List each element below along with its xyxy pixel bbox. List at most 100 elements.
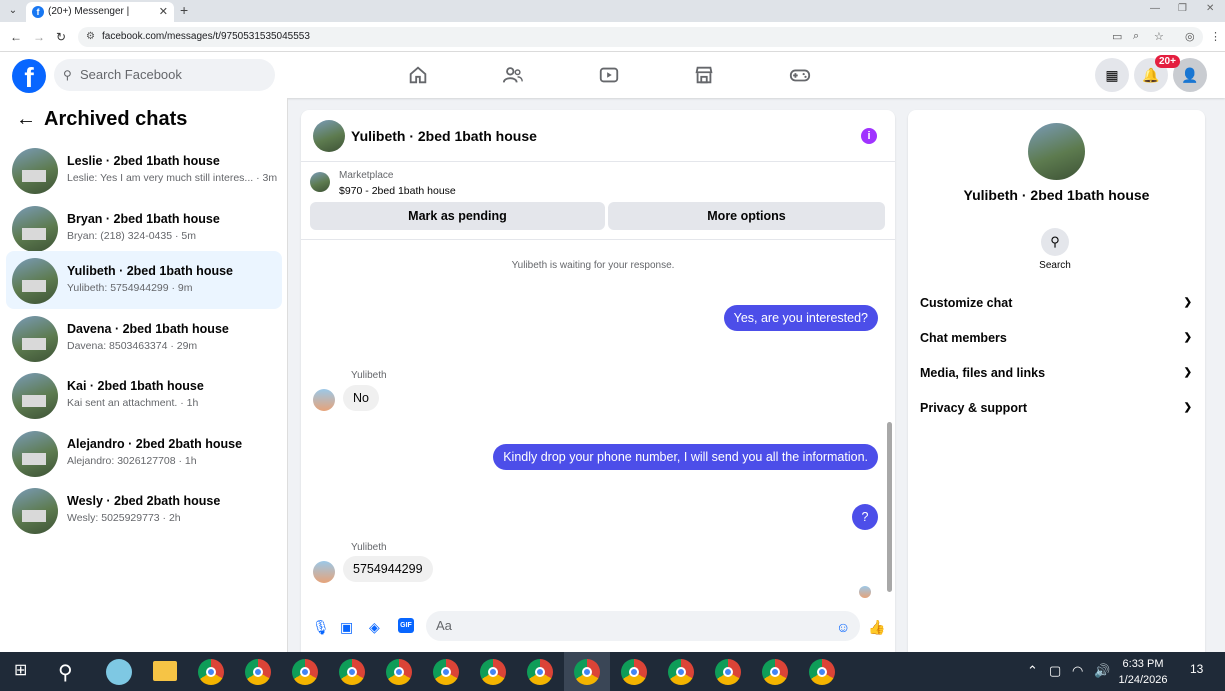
watch-video-icon[interactable] <box>598 64 622 86</box>
notification-badge: 20+ <box>1155 55 1180 68</box>
menu-grid-icon[interactable]: ▦ <box>1095 58 1129 92</box>
gif-icon[interactable]: GIF <box>398 618 414 633</box>
chat-avatar <box>12 316 58 362</box>
tab-search-icon[interactable]: ⌄ <box>6 4 20 18</box>
chat-avatar <box>12 431 58 477</box>
more-options-button[interactable]: More options <box>608 202 885 230</box>
back-icon[interactable]: ← <box>10 30 22 44</box>
microphone-icon[interactable]: 🎙 <box>312 619 330 636</box>
sender-avatar[interactable] <box>313 561 335 583</box>
section-label: Chat members <box>920 331 1007 345</box>
chat-item-davena[interactable]: Davena · 2bed 1bath house Davena: 850346… <box>6 309 282 367</box>
info-icon[interactable]: i <box>861 128 877 144</box>
chat-name: Alejandro · 2bed 2bath house <box>67 437 243 451</box>
menu-dots-icon[interactable]: ⋮ <box>1210 30 1221 43</box>
customize-chat-section[interactable]: Customize chat ❯ <box>920 291 1192 315</box>
back-arrow-icon[interactable]: ← <box>16 108 36 131</box>
sticker-icon[interactable]: ◈ <box>369 619 380 636</box>
forward-icon[interactable]: → <box>33 30 45 44</box>
chat-item-alejandro[interactable]: Alejandro · 2bed 2bath house Alejandro: … <box>6 424 282 482</box>
mark-as-pending-button[interactable]: Mark as pending <box>310 202 605 230</box>
clock[interactable]: 6:33 PM 1/24/2026 <box>1118 656 1168 688</box>
attach-photo-icon[interactable]: ▣ <box>340 619 353 636</box>
message-input[interactable]: Aa <box>426 611 860 641</box>
volume-icon[interactable]: 🔊 <box>1094 663 1110 679</box>
chrome-profile-icon[interactable] <box>762 659 788 685</box>
scrollbar-thumb[interactable] <box>887 422 892 592</box>
chat-item-leslie[interactable]: Leslie · 2bed 1bath house Leslie: Yes I … <box>6 141 282 199</box>
facebook-logo-icon[interactable]: f <box>12 59 46 93</box>
chrome-profile-icon[interactable] <box>292 659 318 685</box>
chat-preview: Davena: 8503463374 · 29m <box>67 340 198 352</box>
url-field[interactable]: ⚙ facebook.com/messages/t/97505315350455… <box>78 27 1203 47</box>
incoming-message[interactable]: 5754944299 <box>343 556 433 582</box>
marketplace-icon[interactable] <box>693 64 717 86</box>
incoming-message[interactable]: No <box>343 385 379 411</box>
meet-now-icon[interactable]: ▢ <box>1049 663 1061 679</box>
zoom-icon[interactable]: ⌕ <box>1133 30 1139 43</box>
chat-item-yulibeth[interactable]: Yulibeth · 2bed 1bath house Yulibeth: 57… <box>6 251 282 309</box>
browser-tab[interactable]: f (20+) Messenger | Facebook ✕ <box>26 2 174 37</box>
chrome-profile-icon[interactable] <box>574 659 600 685</box>
home-icon[interactable] <box>407 64 431 86</box>
chrome-profile-icon[interactable] <box>480 659 506 685</box>
chat-item-kai[interactable]: Kai · 2bed 1bath house Kai sent an attac… <box>6 366 282 424</box>
chat-preview: Yulibeth: 5754944299 · 9m <box>67 282 193 294</box>
chrome-profile-icon[interactable] <box>386 659 412 685</box>
conversation-title[interactable]: Yulibeth · 2bed 1bath house <box>351 128 537 144</box>
new-tab-icon[interactable]: + <box>180 2 188 18</box>
chrome-profile-icon[interactable] <box>339 659 365 685</box>
minimize-icon[interactable]: — <box>1150 3 1160 14</box>
message-scrollbar[interactable] <box>887 244 892 598</box>
chrome-icon[interactable] <box>198 659 224 685</box>
maximize-icon[interactable]: ❐ <box>1178 3 1187 14</box>
windows-taskbar: ⊞ ⚲ ⌃ ▢ ◠ 🔊 6:33 PM 1/24/2026 13 <box>0 652 1225 691</box>
listing-thumbnail[interactable] <box>310 172 330 192</box>
notification-center-icon[interactable]: 13 <box>1190 662 1208 680</box>
bookmark-star-icon[interactable]: ☆ <box>1154 30 1164 43</box>
windows-start-icon[interactable]: ⊞ <box>14 663 30 679</box>
wifi-icon[interactable]: ◠ <box>1072 663 1083 679</box>
search-icon: ⚲ <box>63 68 72 82</box>
outgoing-message[interactable]: ? <box>852 504 878 530</box>
profile-name: Yulibeth · 2bed 1bath house <box>963 187 1150 203</box>
search-facebook-input[interactable]: ⚲ Search Facebook <box>54 59 275 91</box>
outgoing-message[interactable]: Kindly drop your phone number, I will se… <box>493 444 878 470</box>
friends-icon[interactable] <box>502 64 526 86</box>
reload-icon[interactable]: ↻ <box>56 30 66 44</box>
chat-item-wesly[interactable]: Wesly · 2bed 2bath house Wesly: 50259297… <box>6 481 282 539</box>
sender-avatar[interactable] <box>313 389 335 411</box>
section-label: Privacy & support <box>920 401 1027 415</box>
chrome-profile-icon[interactable] <box>433 659 459 685</box>
media-files-links-section[interactable]: Media, files and links ❯ <box>920 361 1192 385</box>
chrome-profile-icon[interactable] <box>621 659 647 685</box>
privacy-support-section[interactable]: Privacy & support ❯ <box>920 396 1192 420</box>
close-tab-icon[interactable]: ✕ <box>159 2 168 22</box>
chrome-profile-icon[interactable] <box>245 659 271 685</box>
site-info-icon[interactable]: ⚙ <box>86 27 95 47</box>
chrome-profile-icon[interactable] <box>527 659 553 685</box>
search-in-conversation-icon[interactable]: ⚲ <box>1041 228 1069 256</box>
chrome-profile-icon[interactable] <box>668 659 694 685</box>
profile-avatar[interactable] <box>1028 123 1085 180</box>
install-app-icon[interactable]: ▭ <box>1112 30 1122 43</box>
chat-members-section[interactable]: Chat members ❯ <box>920 326 1192 350</box>
taskbar-search-icon[interactable]: ⚲ <box>58 660 73 685</box>
archived-chats-label: Archived chats <box>44 108 188 130</box>
app-pinned-icon[interactable] <box>106 659 132 685</box>
section-label: Customize chat <box>920 296 1013 310</box>
facebook-favicon-icon: f <box>32 6 44 18</box>
chrome-profile-icon[interactable] <box>715 659 741 685</box>
listing-price[interactable]: $970 - 2bed 1bath house <box>339 185 456 197</box>
chrome-profile-icon[interactable] <box>809 659 835 685</box>
gaming-icon[interactable] <box>789 64 813 86</box>
outgoing-message[interactable]: Yes, are you interested? <box>723 305 878 331</box>
file-explorer-icon[interactable] <box>153 661 177 681</box>
conversation-avatar[interactable] <box>313 120 345 152</box>
profile-icon[interactable]: ◎ <box>1185 30 1195 43</box>
thumbs-up-icon[interactable]: 👍 <box>868 619 885 636</box>
close-window-icon[interactable]: ✕ <box>1206 3 1214 14</box>
show-hidden-icons-icon[interactable]: ⌃ <box>1027 663 1038 679</box>
chat-item-bryan[interactable]: Bryan · 2bed 1bath house Bryan: (218) 32… <box>6 199 282 257</box>
emoji-icon[interactable]: ☺ <box>836 619 850 635</box>
